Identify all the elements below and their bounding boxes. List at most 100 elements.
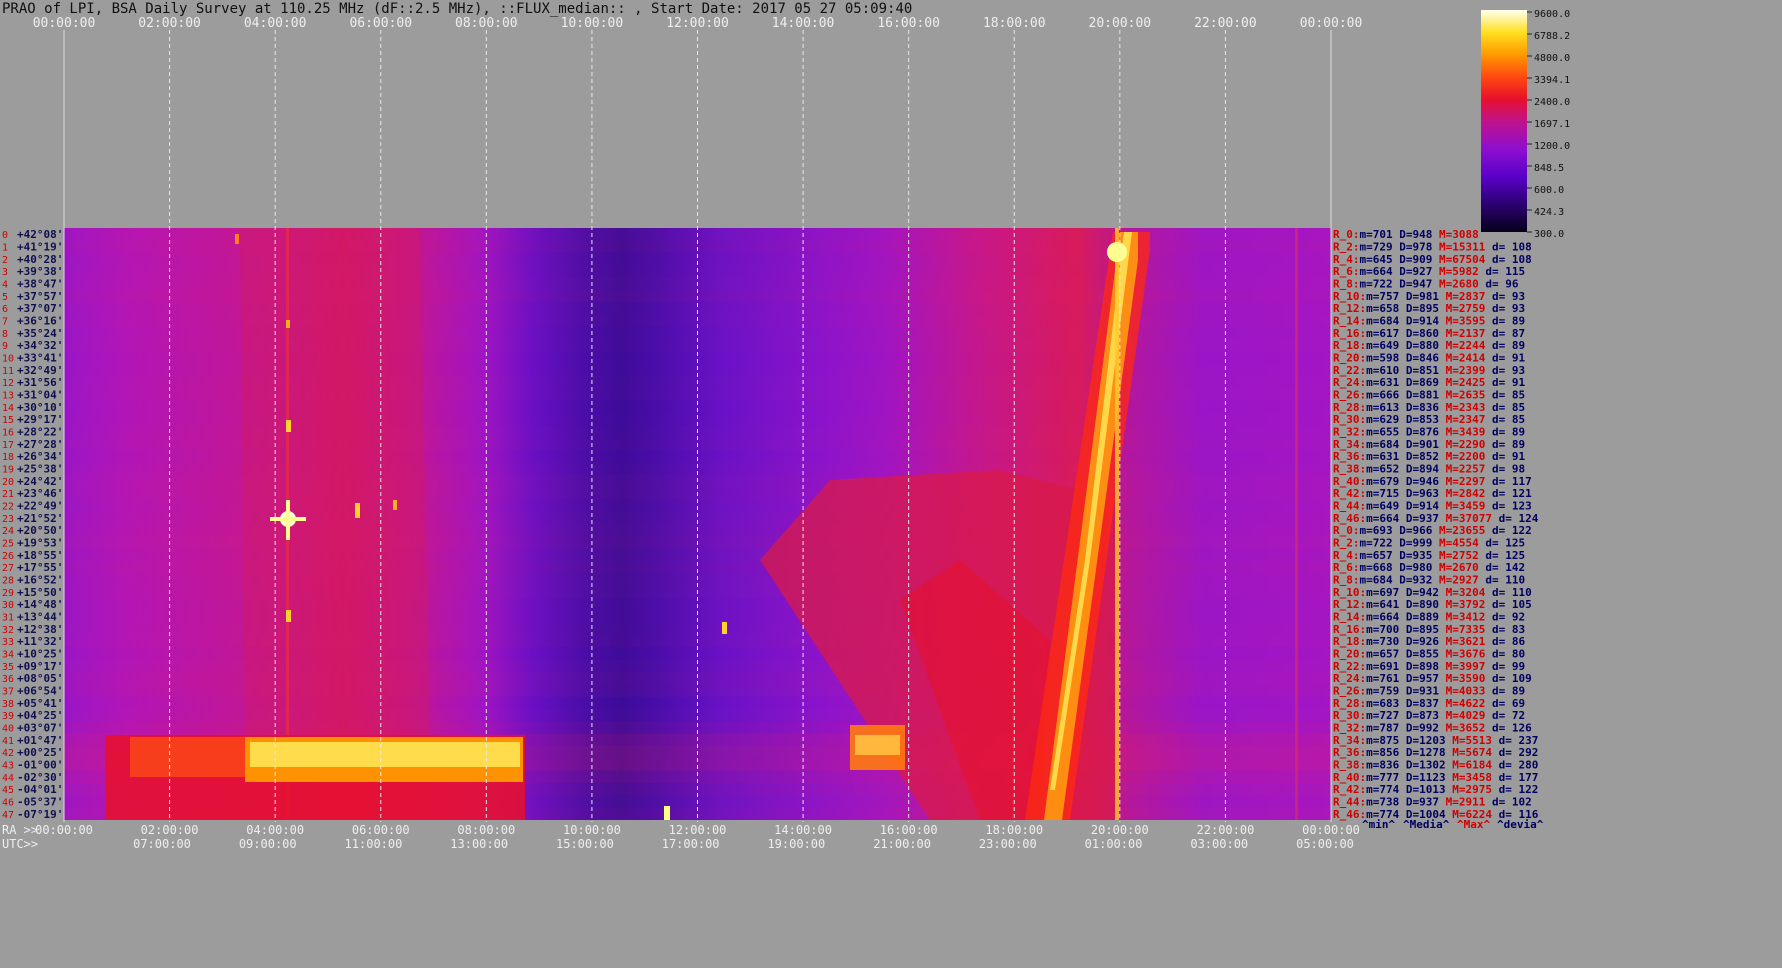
beam-stats: R_2:m=729 D=978 M=15311 d= 108 xyxy=(1333,241,1532,254)
declination-label: +34°32' xyxy=(17,339,63,352)
beam-stats: R_32:m=787 D=992 M=3652 d= 126 xyxy=(1333,722,1532,735)
utc-tick: 05:00:00 xyxy=(1296,837,1354,851)
stats-legend-item: ^Max^ xyxy=(1457,818,1490,831)
beam-index: 5 xyxy=(2,292,8,303)
colorbar-tick-label: 1697.1 xyxy=(1534,119,1570,130)
beam-index: 0 xyxy=(2,230,8,241)
colorbar-tick-label: 600.0 xyxy=(1534,185,1564,196)
declination-label: +30°10' xyxy=(17,401,63,414)
beam-index: 6 xyxy=(2,304,8,315)
ra-tick: 06:00:00 xyxy=(352,823,410,837)
declination-label: -07°19' xyxy=(17,808,63,821)
beam-stats: R_40:m=679 D=946 M=2297 d= 117 xyxy=(1333,475,1532,488)
colorbar-tick-label: 9600.0 xyxy=(1534,9,1570,20)
beam-index: 35 xyxy=(2,662,14,673)
beam-stats: R_24:m=631 D=869 M=2425 d= 91 xyxy=(1333,376,1525,389)
declination-label: +16°52' xyxy=(17,574,63,587)
declination-label: +13°44' xyxy=(17,611,63,624)
colorbar-ticks: 9600.0 6788.2 4800.0 3394.1 2400.0 1697.1 1200… xyxy=(1527,9,1570,240)
declination-label: +32°49' xyxy=(17,364,63,377)
top-time-tick: 04:00:00 xyxy=(244,16,307,31)
top-time-tick: 14:00:00 xyxy=(772,16,835,31)
beam-stats: R_4:m=657 D=935 M=2752 d= 125 xyxy=(1333,549,1525,562)
declination-label: +08°05' xyxy=(17,672,63,685)
beam-index: 16 xyxy=(2,428,14,439)
beam-stats: R_22:m=691 D=898 M=3997 d= 99 xyxy=(1333,660,1525,673)
beam-stats: R_18:m=730 D=926 M=3621 d= 86 xyxy=(1333,635,1525,648)
declination-label: +04°25' xyxy=(17,709,63,722)
beam-stats: R_0:m=701 D=948 M=3088 xyxy=(1333,228,1479,241)
utc-tick: 03:00:00 xyxy=(1190,837,1248,851)
beam-index: 32 xyxy=(2,625,14,636)
beam-index: 37 xyxy=(2,687,14,698)
beam-stats: R_20:m=598 D=846 M=2414 d= 91 xyxy=(1333,352,1525,365)
top-time-axis: 00:00:00 02:00:00 04:00:00 06:00:00 08:00:00… xyxy=(33,16,1363,31)
top-time-tick: 18:00:00 xyxy=(983,16,1046,31)
beam-stats: R_12:m=641 D=890 M=3792 d= 105 xyxy=(1333,598,1532,611)
beam-stats: R_10:m=697 D=942 M=3204 d= 110 xyxy=(1333,586,1532,599)
declination-label: -04°01' xyxy=(17,783,63,796)
declination-label: +28°22' xyxy=(17,426,63,439)
source-5 xyxy=(286,610,291,622)
ra-tick: 22:00:00 xyxy=(1197,823,1255,837)
declination-label: +38°47' xyxy=(17,278,63,291)
declination-label: +09°17' xyxy=(17,660,63,673)
beam-stats: R_8:m=684 D=932 M=2927 d= 110 xyxy=(1333,574,1525,587)
beam-index: 18 xyxy=(2,452,14,463)
utc-tick: 09:00:00 xyxy=(239,837,297,851)
heatmap-chart: 00:00:00 02:00:00 04:00:00 06:00:00 08:00:00… xyxy=(2,9,1570,851)
beam-stats: R_24:m=761 D=957 M=3590 d= 109 xyxy=(1333,672,1532,685)
top-time-tick: 16:00:00 xyxy=(877,16,940,31)
declination-label: +18°55' xyxy=(17,549,63,562)
declination-label: +27°28' xyxy=(17,438,63,451)
declination-label: +26°34' xyxy=(17,450,63,463)
declination-label: +21°52' xyxy=(17,512,63,525)
beam-index: 12 xyxy=(2,378,14,389)
declination-label: +06°54' xyxy=(17,685,63,698)
beam-stats: R_32:m=655 D=876 M=3439 d= 89 xyxy=(1333,426,1525,439)
source-cyg xyxy=(1107,242,1127,262)
utc-tick: 15:00:00 xyxy=(556,837,614,851)
source-cas-cross-v xyxy=(286,500,290,540)
source-3 xyxy=(393,500,397,510)
top-time-tick: 00:00:00 xyxy=(33,16,96,31)
beam-index: 41 xyxy=(2,736,14,747)
top-time-tick: 08:00:00 xyxy=(455,16,518,31)
declination-label: +24°42' xyxy=(17,475,63,488)
beam-index: 31 xyxy=(2,613,14,624)
beam-stats: R_10:m=757 D=981 M=2837 d= 93 xyxy=(1333,290,1525,303)
declination-label: +14°48' xyxy=(17,598,63,611)
colorbar-tick-label: 1200.0 xyxy=(1534,141,1570,152)
declination-label: +19°53' xyxy=(17,537,63,550)
declination-label: +37°57' xyxy=(17,290,63,303)
ra-tick: 18:00:00 xyxy=(985,823,1043,837)
top-time-tick: 22:00:00 xyxy=(1194,16,1257,31)
beam-index: 27 xyxy=(2,563,14,574)
beam-index: 24 xyxy=(2,526,14,537)
beam-index: 20 xyxy=(2,477,14,488)
beam-stats: R_26:m=666 D=881 M=2635 d= 85 xyxy=(1333,389,1525,402)
beam-index: 23 xyxy=(2,514,14,525)
ra-tick: 08:00:00 xyxy=(457,823,515,837)
beam-stats: R_6:m=664 D=927 M=5982 d= 115 xyxy=(1333,265,1525,278)
beam-stats: R_42:m=715 D=963 M=2842 d= 121 xyxy=(1333,487,1532,500)
beam-index: 15 xyxy=(2,415,14,426)
beam-index: 36 xyxy=(2,674,14,685)
beam-index: 11 xyxy=(2,366,14,377)
declination-label: +37°07' xyxy=(17,302,63,315)
declination-label: +01°47' xyxy=(17,734,63,747)
source-2 xyxy=(355,503,360,518)
beam-index: 13 xyxy=(2,391,14,402)
beam-stats: R_22:m=610 D=851 M=2399 d= 93 xyxy=(1333,364,1525,377)
beam-stats: R_28:m=613 D=836 M=2343 d= 85 xyxy=(1333,401,1525,414)
beam-index: 21 xyxy=(2,489,14,500)
declination-label: +42°08' xyxy=(17,228,63,241)
colorbar xyxy=(1481,10,1527,232)
vertical-line-1297 xyxy=(1295,228,1298,820)
declination-label: +11°32' xyxy=(17,635,63,648)
colorbar-tick-label: 424.3 xyxy=(1534,207,1564,218)
declination-label: +33°41' xyxy=(17,352,63,365)
beam-index: 1 xyxy=(2,243,8,254)
utc-tick: 17:00:00 xyxy=(662,837,720,851)
colorbar-tick-label: 4800.0 xyxy=(1534,53,1570,64)
